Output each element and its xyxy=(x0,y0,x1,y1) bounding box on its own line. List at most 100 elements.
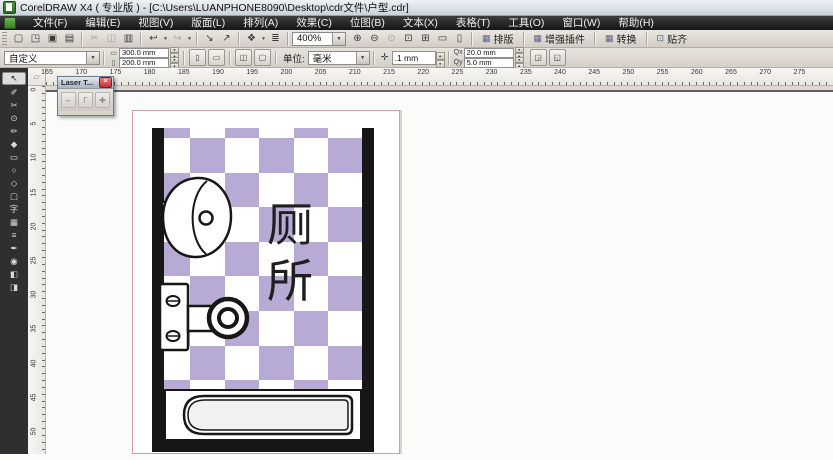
menu-item-0[interactable]: 文件(F) xyxy=(24,16,76,30)
chevron-down-icon[interactable]: ▼ xyxy=(332,33,345,45)
zoom-level-combo[interactable]: 400% ▼ xyxy=(292,32,346,46)
zoom-to-page-button[interactable]: ⊞ xyxy=(417,31,434,47)
vruler-label: 45 xyxy=(31,389,38,405)
snap-button[interactable]: ⊡贴齐 xyxy=(651,31,694,47)
room-label[interactable]: 厕所 xyxy=(264,197,316,309)
table-tool[interactable]: ▦ xyxy=(3,216,25,228)
print-button[interactable]: ▤ xyxy=(61,31,78,47)
application-launcher-button[interactable]: ❖ xyxy=(243,31,260,47)
menu-item-8[interactable]: 表格(T) xyxy=(447,16,499,30)
eyedropper-tool[interactable]: ✒ xyxy=(3,242,25,254)
menu-item-5[interactable]: 效果(C) xyxy=(287,16,341,30)
menu-item-3[interactable]: 版面(L) xyxy=(182,16,234,30)
typesetting-button-icon: ▦ xyxy=(482,33,491,44)
save-button[interactable]: ▣ xyxy=(44,31,61,47)
chevron-down-icon[interactable]: ▼ xyxy=(86,52,99,64)
interactive-fill-tool[interactable]: ◨ xyxy=(3,281,25,293)
zoom-page-height-button[interactable]: ▯ xyxy=(451,31,468,47)
duplicate-x-field[interactable]: 20.0 mm xyxy=(464,48,514,58)
page-preset-combo[interactable]: 自定义 ▼ xyxy=(4,51,100,65)
zoom-to-selection-button[interactable]: ⊡ xyxy=(400,31,417,47)
zoom-page-width-button[interactable]: ▭ xyxy=(434,31,451,47)
property-end-button-0[interactable]: ◲ xyxy=(530,49,547,66)
hruler-label: 270 xyxy=(759,69,771,76)
menu-item-2[interactable]: 视图(V) xyxy=(129,16,182,30)
smart-fill-tool[interactable]: ◆ xyxy=(3,138,25,150)
redo-button-caret[interactable]: ▼ xyxy=(186,31,193,47)
units-combo[interactable]: 毫米 ▼ xyxy=(308,51,370,65)
paste-button[interactable]: ▥ xyxy=(120,31,137,47)
laser-tool-c[interactable]: ✚ xyxy=(95,92,110,108)
laser-tool-b[interactable]: Γ xyxy=(78,92,93,108)
menu-item-7[interactable]: 文本(X) xyxy=(394,16,447,30)
page-width-field[interactable]: 300.0 mm xyxy=(119,48,169,58)
toilet[interactable] xyxy=(160,284,247,350)
enhanced-plugins-button[interactable]: ▦增强插件 xyxy=(528,31,592,47)
basic-shapes-tool[interactable]: ▢ xyxy=(3,190,25,202)
laser-tool-a[interactable]: ⌐ xyxy=(61,92,76,108)
hruler-label: 250 xyxy=(623,69,635,76)
convert-button[interactable]: ▦转换 xyxy=(599,31,643,47)
zoom-tool[interactable]: ⊙ xyxy=(3,112,25,124)
menu-item-6[interactable]: 位图(B) xyxy=(341,16,394,30)
page-preset-value: 自定义 xyxy=(9,51,38,65)
undo-button[interactable]: ↩ xyxy=(145,31,162,47)
sink[interactable] xyxy=(162,178,231,257)
hruler-label: 200 xyxy=(281,69,293,76)
ellipse-tool[interactable]: ○ xyxy=(3,164,25,176)
zoom-out-button[interactable]: ⊖ xyxy=(366,31,383,47)
pick-tool[interactable]: ↖ xyxy=(2,72,26,85)
page-height-spinner[interactable]: ▼▲ xyxy=(170,57,179,69)
laser-toolbar-titlebar[interactable]: Laser T... × xyxy=(58,77,113,89)
portrait-button[interactable]: ▯ xyxy=(189,49,206,66)
fill-tool[interactable]: ◧ xyxy=(3,268,25,280)
menu-item-4[interactable]: 排列(A) xyxy=(234,16,287,30)
bathtub[interactable] xyxy=(184,396,352,434)
units-value: 毫米 xyxy=(313,51,332,65)
open-button[interactable]: ◳ xyxy=(27,31,44,47)
menu-bar: 文件(F)编辑(E)视图(V)版面(L)排列(A)效果(C)位图(B)文本(X)… xyxy=(0,16,833,30)
dimension-tool[interactable]: ≡ xyxy=(3,229,25,241)
freehand-tool[interactable]: ✏ xyxy=(3,125,25,137)
vertical-ruler[interactable]: 05101520253035404550 xyxy=(28,86,46,454)
new-document-button[interactable]: ▢ xyxy=(10,31,27,47)
shape-tool[interactable]: ✐ xyxy=(3,86,25,98)
application-launcher-button-caret[interactable]: ▼ xyxy=(260,31,267,47)
horizontal-ruler[interactable]: 1651701751801851901952002052102152202252… xyxy=(46,68,833,86)
nudge-offset-field[interactable]: .1 mm xyxy=(392,51,436,65)
menu-item-10[interactable]: 窗口(W) xyxy=(553,16,609,30)
landscape-button[interactable]: ▭ xyxy=(208,49,225,66)
crop-tool[interactable]: ✂ xyxy=(3,99,25,111)
vruler-label: 30 xyxy=(31,287,38,303)
duplicate-y-spinner[interactable]: ▼▲ xyxy=(515,57,524,69)
rectangle-tool[interactable]: ▭ xyxy=(3,151,25,163)
polygon-tool[interactable]: ◇ xyxy=(3,177,25,189)
menu-item-11[interactable]: 帮助(H) xyxy=(609,16,663,30)
outline-pen-tool[interactable]: ◉ xyxy=(3,255,25,267)
toolbar-grip[interactable] xyxy=(2,32,7,46)
duplicate-y-field[interactable]: 5.0 mm xyxy=(464,58,514,68)
zoom-in-button[interactable]: ⊕ xyxy=(349,31,366,47)
vruler-label: 50 xyxy=(31,424,38,440)
nudge-spinner[interactable]: ▲▼ xyxy=(436,52,445,64)
text-tool[interactable]: 字 xyxy=(3,203,25,215)
hruler-label: 230 xyxy=(486,69,498,76)
close-icon[interactable]: × xyxy=(99,77,112,88)
all-pages-button[interactable]: ◫ xyxy=(235,49,252,66)
laser-floating-toolbar[interactable]: Laser T... × ⌐Γ✚ xyxy=(57,76,114,116)
bathroom-fixtures xyxy=(140,120,380,460)
welcome-screen-button[interactable]: ≣ xyxy=(267,31,284,47)
convert-button-label: 转换 xyxy=(617,31,637,46)
export-button[interactable]: ↗ xyxy=(218,31,235,47)
menu-item-1[interactable]: 编辑(E) xyxy=(76,16,129,30)
page-height-field[interactable]: 200.0 mm xyxy=(119,58,169,68)
typesetting-button[interactable]: ▦排版 xyxy=(476,31,520,47)
chevron-down-icon[interactable]: ▼ xyxy=(356,52,369,64)
enhanced-plugins-button-label: 增强插件 xyxy=(545,31,585,46)
property-end-button-1[interactable]: ◱ xyxy=(549,49,566,66)
current-page-button[interactable]: ▢ xyxy=(254,49,271,66)
import-button[interactable]: ↘ xyxy=(201,31,218,47)
vruler-label: 20 xyxy=(31,218,38,234)
menu-item-9[interactable]: 工具(O) xyxy=(499,16,553,30)
undo-button-caret[interactable]: ▼ xyxy=(162,31,169,47)
